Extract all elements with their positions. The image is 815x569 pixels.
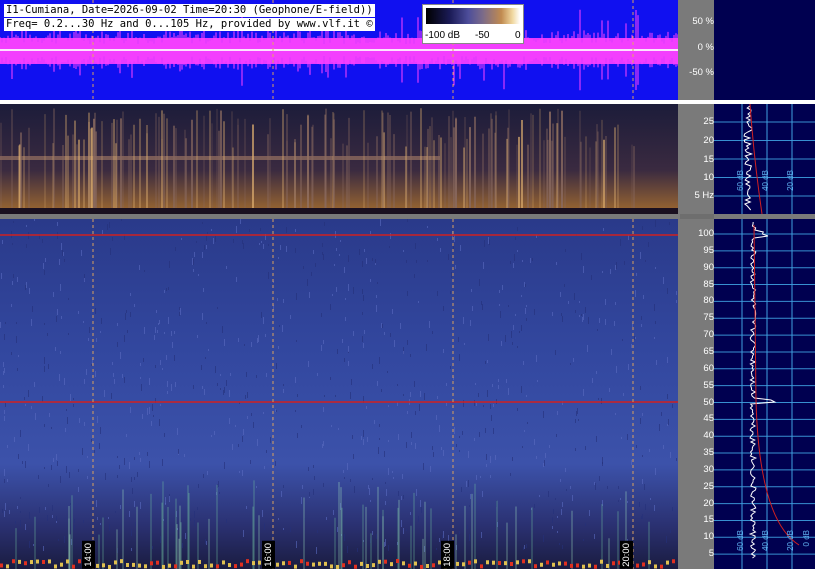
db-label: 40 dB: [761, 530, 770, 551]
colorbar-label-max: 0: [515, 30, 521, 41]
db-label: 60 dB: [736, 170, 745, 191]
colorbar-label-mid: -50: [475, 30, 490, 41]
full-freq-tick: 60: [703, 362, 714, 374]
full-freq-tick: 90: [703, 261, 714, 273]
db-label: 60 dB: [736, 530, 745, 551]
low-freq-tick: 10: [703, 172, 714, 183]
waveform-panel: I1-Cumiana, Date=2026-09-02 Time=20:30 (…: [0, 0, 680, 100]
time-label: 18:00: [441, 541, 454, 569]
full-freq-tick: 100: [698, 228, 714, 239]
full-freq-tick: 20: [703, 497, 714, 509]
full-freq-tick: 95: [703, 244, 714, 256]
db-label: 20 dB: [786, 530, 795, 551]
spectrum-profile-panel: 60 dB 40 dB 20 dB 60 dB 40 dB 20 dB 0 dB: [714, 0, 815, 569]
spectrogram-low-image: [0, 104, 678, 214]
time-label: 14:00: [82, 541, 95, 569]
full-freq-tick: 50: [703, 396, 714, 408]
low-freq-tick: 5 Hz: [694, 190, 714, 201]
full-freq-tick: 55: [703, 379, 714, 391]
wave-tick: 0 %: [697, 42, 714, 53]
low-freq-tick: 20: [703, 135, 714, 146]
db-label: 40 dB: [761, 170, 770, 191]
full-freq-tick: 85: [703, 278, 714, 290]
header-station-line: I1-Cumiana, Date=2026-09-02 Time=20:30 (…: [4, 4, 375, 17]
spectrogram-low-frequency: [0, 104, 678, 214]
waveform-scale: 50 % 0 % -50 %: [678, 0, 714, 100]
colorbar-legend: -100 dB -50 0: [422, 4, 524, 44]
full-freq-tick: 40: [703, 430, 714, 442]
wave-tick: -50 %: [689, 67, 714, 78]
spectrogram-low-scale: 25 20 15 10 5 Hz: [678, 104, 714, 214]
header-frequency-line: Freq= 0.2...30 Hz and 0...105 Hz, provid…: [4, 18, 375, 31]
colorbar-label-min: -100 dB: [425, 30, 461, 41]
low-freq-tick: 15: [703, 154, 714, 165]
colorbar-gradient: [426, 8, 520, 24]
full-freq-tick: 75: [703, 312, 714, 324]
full-freq-tick: 35: [703, 447, 714, 459]
time-label: 20:00: [620, 541, 633, 569]
full-freq-tick: 80: [703, 295, 714, 307]
spectrogram-full-scale: 100 95 90 85 80 75 70 65 60 55 50 45 40 35 30 25 20 15 10 5: [678, 219, 714, 569]
full-freq-tick: 30: [703, 463, 714, 475]
full-freq-tick: 10: [703, 531, 714, 543]
full-freq-tick: 70: [703, 329, 714, 341]
spectrum-profile-plot: [714, 100, 815, 569]
full-freq-tick: 15: [703, 514, 714, 526]
full-freq-tick: 45: [703, 413, 714, 425]
wave-tick: 50 %: [692, 16, 714, 27]
db-label: 0 dB: [802, 530, 811, 547]
spectrogram-full-image: [0, 219, 678, 569]
db-label: 20 dB: [786, 170, 795, 191]
time-label: 16:00: [262, 541, 275, 569]
low-freq-tick: 25: [703, 116, 714, 127]
full-freq-tick: 65: [703, 345, 714, 357]
full-freq-tick: 25: [703, 480, 714, 492]
spectrogram-full-range: 14:00 16:00 18:00 20:00: [0, 219, 678, 569]
